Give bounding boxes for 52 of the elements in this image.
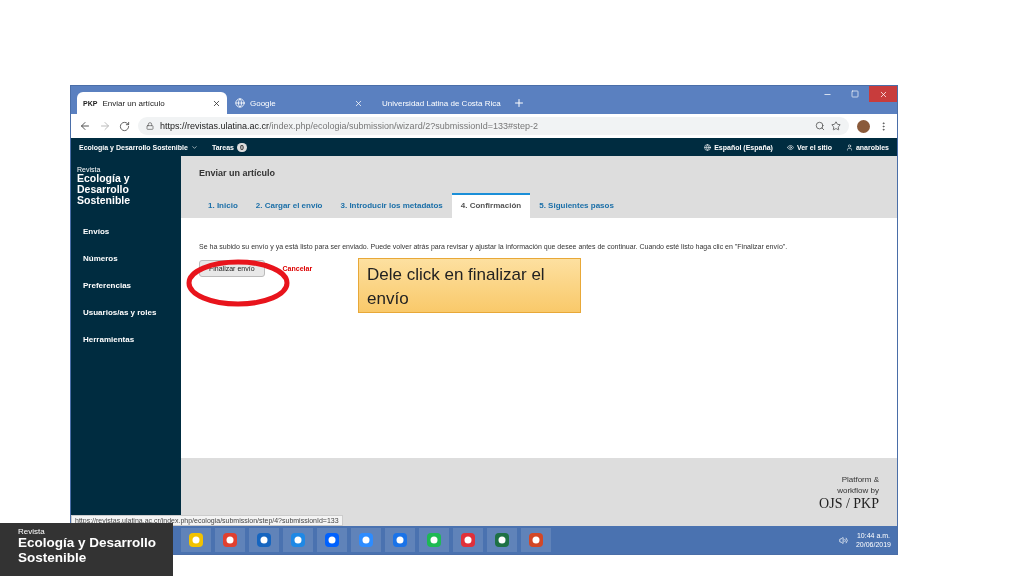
ojs-pkp-logo: OJS / PKP <box>819 496 879 512</box>
app-icon[interactable] <box>317 528 347 552</box>
browser-tab[interactable]: Google <box>229 92 369 114</box>
globe-icon <box>235 98 245 108</box>
volume-icon[interactable] <box>838 535 848 545</box>
sidebar-item[interactable]: Números <box>77 247 179 275</box>
step-tab[interactable]: 3. Introducir los metadatos <box>331 193 452 218</box>
sidebar-item[interactable]: Envíos <box>77 220 179 248</box>
globe-icon <box>704 143 712 151</box>
step-tab[interactable]: 2. Cargar el envío <box>246 193 332 218</box>
address-field[interactable]: https://revistas.ulatina.ac.cr/index.php/ecologia/submission/wizard/2?submissionId=133#step-2 <box>138 117 849 135</box>
star-icon[interactable] <box>831 121 841 131</box>
app-icon[interactable] <box>453 528 483 552</box>
sidebar-item[interactable]: Usuarios/as y roles <box>77 301 179 329</box>
close-icon[interactable] <box>212 98 221 108</box>
app-icon[interactable] <box>385 528 415 552</box>
step-tab[interactable]: 5. Siguientes pasos <box>530 193 623 218</box>
avatar-icon[interactable] <box>857 119 870 133</box>
maximize-icon <box>851 90 859 98</box>
eye-icon <box>786 143 794 151</box>
browser-tab[interactable]: Universidad Latina de Costa Rica <box>371 92 511 114</box>
caret-icon <box>190 143 198 151</box>
badge-kicker: Revista <box>18 527 46 536</box>
sidebar-item[interactable]: Preferencias <box>77 274 179 302</box>
page-title: Enviar un artículo <box>199 168 277 178</box>
app-icon[interactable] <box>249 528 279 552</box>
tab-title: Universidad Latina de Costa Rica <box>382 98 501 108</box>
url-text: https://revistas.ulatina.ac.cr/index.php/ecologia/submission/wizard/2?submissionId=133#step-2 <box>160 121 538 131</box>
app-icon[interactable] <box>521 528 551 552</box>
step-tab[interactable]: 4. Confirmación <box>451 193 531 218</box>
platform-text: Platform & workflow by <box>836 475 879 496</box>
tab-title: Google <box>250 98 277 108</box>
reload-icon[interactable] <box>119 120 130 132</box>
lock-icon <box>146 122 154 130</box>
app-icon[interactable] <box>181 528 211 552</box>
sidebar-item[interactable]: Herramientas <box>77 328 179 356</box>
app-icon[interactable] <box>283 528 313 552</box>
step-tab[interactable]: 1. Inicio <box>199 193 247 218</box>
callout-note: Dele click en finalizar el envío <box>358 258 581 313</box>
app-icon[interactable] <box>419 528 449 552</box>
close-icon[interactable] <box>354 98 363 108</box>
badge-title: Ecología y Desarrollo Sostenible <box>18 536 158 566</box>
search-icon[interactable] <box>815 121 825 131</box>
journal-name: Ecología y Desarrollo Sostenible <box>77 173 132 207</box>
back-icon[interactable] <box>79 120 91 132</box>
app-icon[interactable] <box>215 528 245 552</box>
app-icon[interactable] <box>351 528 381 552</box>
user-icon <box>845 143 853 151</box>
app-icon[interactable] <box>487 528 517 552</box>
close-icon <box>878 89 888 99</box>
new-tab-icon[interactable] <box>513 97 525 109</box>
tab-title: Enviar un artículo <box>102 98 166 108</box>
